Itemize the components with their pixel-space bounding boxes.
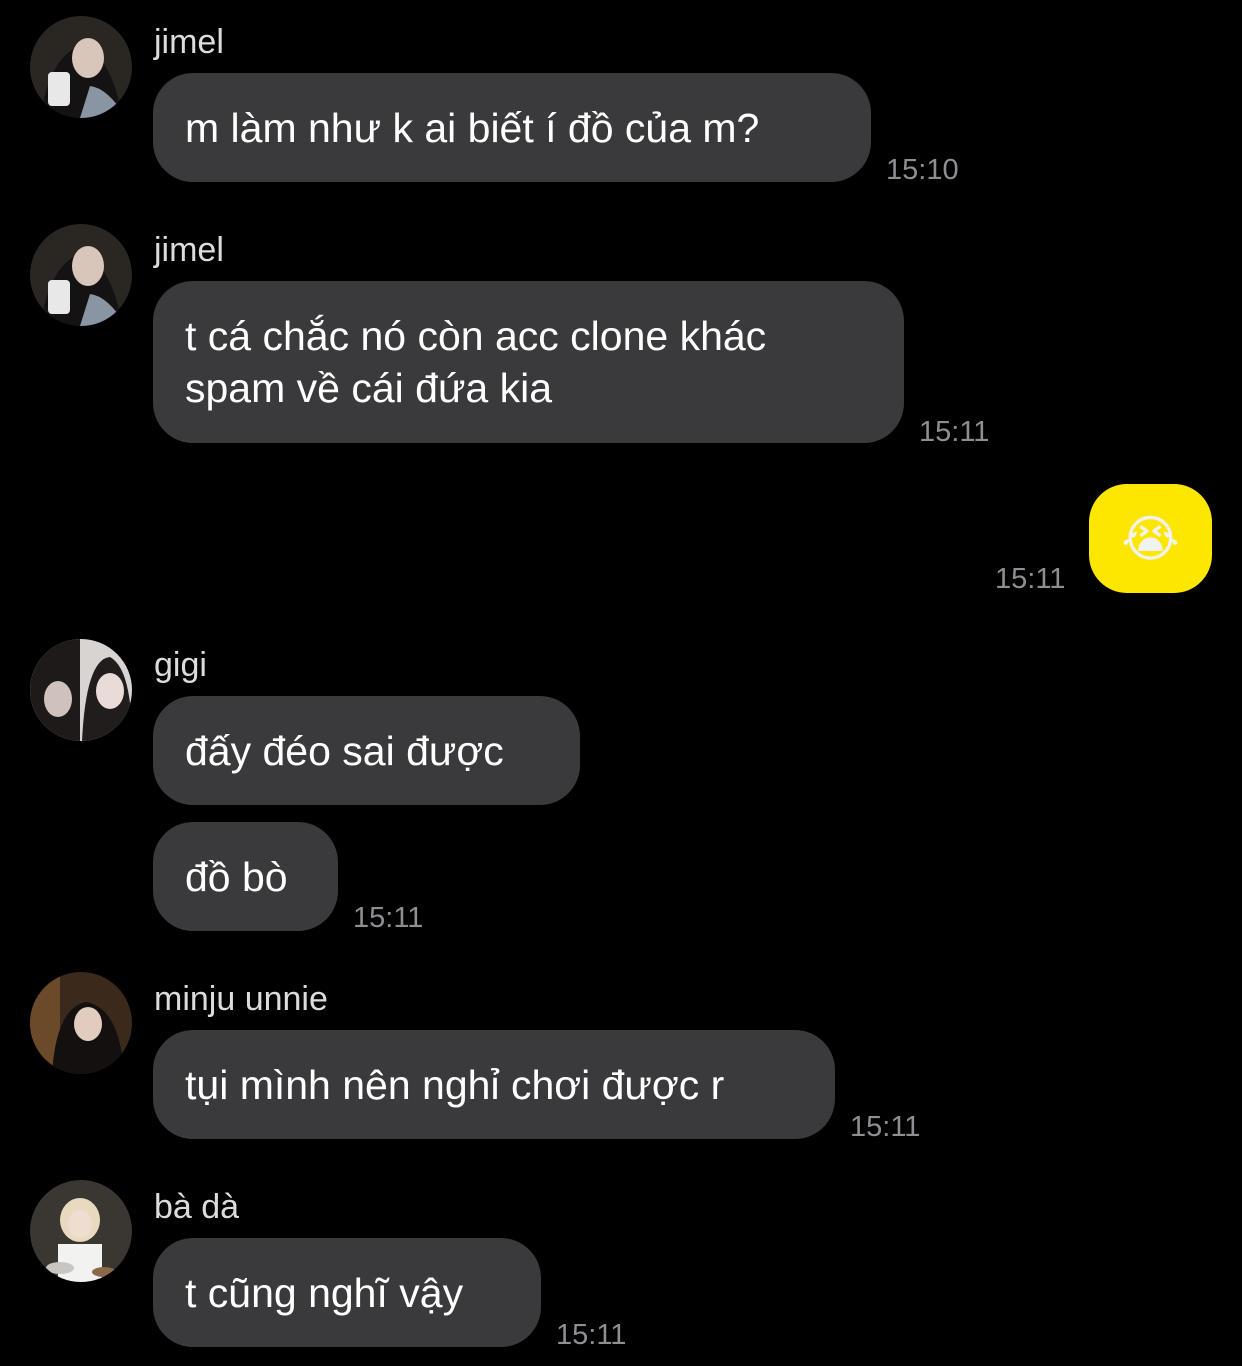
message-text-line: t cá chắc nó còn acc clone khác xyxy=(185,313,767,359)
sender-name: jimel xyxy=(154,23,224,61)
message-timestamp: 15:11 xyxy=(850,1111,921,1143)
message-timestamp: 15:11 xyxy=(556,1319,627,1351)
message-text-line: spam về cái đứa kia xyxy=(185,365,552,411)
avatar-jimel[interactable] xyxy=(30,16,132,118)
message-bubble[interactable]: đồ bò xyxy=(153,822,338,931)
message-timestamp: 15:10 xyxy=(886,154,959,186)
message-bubble[interactable]: t cá chắc nó còn acc clone khác spam về … xyxy=(153,281,904,443)
message-text: t cũng nghĩ vậy xyxy=(185,1269,464,1316)
message-text: m làm như k ai biết í đồ của m? xyxy=(185,104,760,151)
sender-name: gigi xyxy=(154,646,207,684)
message-bubble[interactable]: đấy đéo sai được xyxy=(153,696,580,805)
sender-name: minju unnie xyxy=(154,980,328,1018)
message-text: tụi mình nên nghỉ chơi được r xyxy=(185,1061,725,1108)
sender-name: jimel xyxy=(154,231,224,269)
avatar-jimel[interactable] xyxy=(30,224,132,326)
avatar-minju-unnie[interactable] xyxy=(30,972,132,1074)
message-timestamp: 15:11 xyxy=(995,563,1066,595)
message-timestamp: 15:11 xyxy=(919,416,990,448)
message-timestamp: 15:11 xyxy=(353,902,424,934)
message-text: đồ bò xyxy=(185,853,288,900)
message-bubble[interactable]: t cũng nghĩ vậy xyxy=(153,1238,541,1347)
avatar-gigi[interactable] xyxy=(30,639,132,741)
avatar-ba-da[interactable] xyxy=(30,1180,132,1282)
message-bubble[interactable]: tụi mình nên nghỉ chơi được r xyxy=(153,1030,835,1139)
loudly-crying-face-icon: 😭 xyxy=(1121,510,1180,567)
message-bubble[interactable]: m làm như k ai biết í đồ của m? xyxy=(153,73,871,182)
sender-name: bà dà xyxy=(154,1188,240,1226)
outgoing-emoji-bubble[interactable]: 😭 xyxy=(1089,484,1212,593)
message-text: đấy đéo sai được xyxy=(185,727,504,774)
